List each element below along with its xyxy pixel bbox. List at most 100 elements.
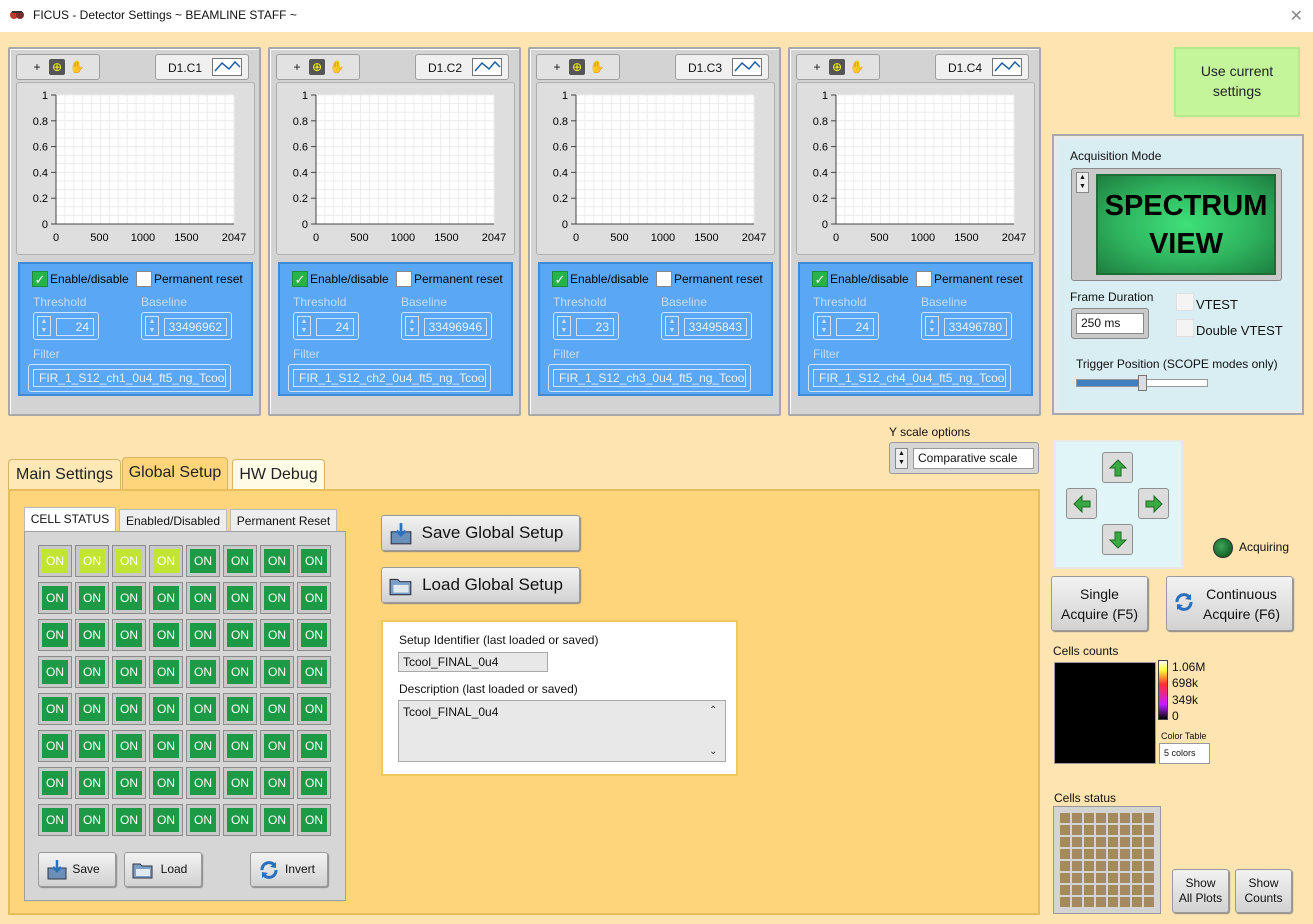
cell-toggle[interactable]: ON [224,731,256,761]
frame-duration-field[interactable]: 250 ms [1071,308,1149,339]
plot-area[interactable]: 0 0.2 0.4 0.6 0.8 1 0 500 1000 1500 2047 [796,82,1035,255]
cell-toggle[interactable]: ON [76,768,108,798]
cell-toggle[interactable]: ON [113,694,145,724]
tab-global-setup[interactable]: Global Setup [122,457,228,491]
cell-toggle[interactable]: ON [187,768,219,798]
zoom-icon[interactable]: ⊕ [569,59,585,75]
cell-toggle[interactable]: ON [150,805,182,835]
trace-style-icon[interactable] [992,58,1022,76]
cursor-icon[interactable]: + [809,59,825,75]
cell-toggle[interactable]: ON [224,768,256,798]
cell-toggle[interactable]: ON [224,805,256,835]
cell-toggle[interactable]: ON [261,620,293,650]
cells-load-button[interactable]: Load [124,852,202,887]
subtab-enabled-disabled[interactable]: Enabled/Disabled [119,509,227,533]
cell-toggle[interactable]: ON [39,583,71,613]
cell-toggle[interactable]: ON [76,805,108,835]
cell-toggle[interactable]: ON [224,546,256,576]
show-all-plots-button[interactable]: Show All Plots [1172,869,1229,913]
filter-value[interactable]: FIR_1_S12_ch2_0u4_ft5_ng_Tcool [293,369,486,387]
description-scrollbar[interactable]: ⌃ ⌄ [709,703,721,759]
cell-toggle[interactable]: ON [113,620,145,650]
cell-toggle[interactable]: ON [261,731,293,761]
permanent-reset-checkbox[interactable] [656,271,672,287]
cell-toggle[interactable]: ON [298,657,330,687]
cell-toggle[interactable]: ON [150,620,182,650]
cell-toggle[interactable]: ON [39,620,71,650]
plot-legend[interactable]: D1.C4 [935,54,1029,80]
arrow-up-button[interactable] [1102,452,1133,483]
cell-toggle[interactable]: ON [150,583,182,613]
frame-duration-value[interactable]: 250 ms [1076,313,1144,334]
pan-hand-icon[interactable]: ✋ [589,59,605,75]
cell-toggle[interactable]: ON [39,694,71,724]
cell-toggle[interactable]: ON [298,805,330,835]
zoom-icon[interactable]: ⊕ [829,59,845,75]
threshold-spinner[interactable]: ▲ ▼ [557,316,571,336]
trigger-slider-thumb[interactable] [1138,375,1147,391]
cell-toggle[interactable]: ON [261,768,293,798]
trace-style-icon[interactable] [472,58,502,76]
pan-hand-icon[interactable]: ✋ [329,59,345,75]
acq-mode-spinner[interactable]: ▲ ▼ [1076,172,1089,193]
enable-checkbox[interactable]: ✓ [552,271,568,287]
threshold-value[interactable]: 24 [316,318,354,336]
permanent-reset-checkbox[interactable] [916,271,932,287]
graph-palette[interactable]: + ⊕ ✋ [16,54,100,80]
cursor-icon[interactable]: + [289,59,305,75]
cell-toggle[interactable]: ON [39,657,71,687]
cell-toggle[interactable]: ON [224,657,256,687]
arrow-left-button[interactable] [1066,488,1097,519]
cell-toggle[interactable]: ON [39,546,71,576]
cell-toggle[interactable]: ON [187,546,219,576]
show-counts-button[interactable]: Show Counts [1235,869,1292,913]
threshold-value[interactable]: 24 [836,318,874,336]
baseline-field[interactable]: ▲ ▼ 33496780 [921,312,1012,340]
cell-toggle[interactable]: ON [113,805,145,835]
baseline-field[interactable]: ▲ ▼ 33496962 [141,312,232,340]
baseline-field[interactable]: ▲ ▼ 33496946 [401,312,492,340]
cell-toggle[interactable]: ON [298,731,330,761]
cursor-icon[interactable]: + [29,59,45,75]
enable-checkbox[interactable]: ✓ [812,271,828,287]
cell-toggle[interactable]: ON [113,583,145,613]
filter-field[interactable]: FIR_1_S12_ch3_0u4_ft5_ng_Tcool [548,364,751,392]
cell-toggle[interactable]: ON [76,731,108,761]
close-icon[interactable]: ✕ [1290,6,1303,26]
cell-toggle[interactable]: ON [261,546,293,576]
cell-toggle[interactable]: ON [150,546,182,576]
trace-style-icon[interactable] [732,58,762,76]
continuous-acquire-button[interactable]: Continuous Acquire (F6) [1166,576,1293,631]
threshold-field[interactable]: ▲ ▼ 23 [553,312,619,340]
threshold-spinner[interactable]: ▲ ▼ [297,316,311,336]
cell-toggle[interactable]: ON [76,694,108,724]
cell-toggle[interactable]: ON [113,657,145,687]
cell-toggle[interactable]: ON [187,583,219,613]
graph-palette[interactable]: + ⊕ ✋ [276,54,360,80]
zoom-icon[interactable]: ⊕ [309,59,325,75]
color-table-field[interactable]: 5 colors [1159,743,1210,764]
cells-invert-button[interactable]: Invert [250,852,328,887]
plot-legend[interactable]: D1.C3 [675,54,769,80]
baseline-field[interactable]: ▲ ▼ 33495843 [661,312,752,340]
plot-legend[interactable]: D1.C1 [155,54,249,80]
y-scale-selector[interactable]: ▲ ▼ Comparative scale [889,442,1039,474]
cell-toggle[interactable]: ON [224,620,256,650]
cell-toggle[interactable]: ON [187,657,219,687]
baseline-spinner[interactable]: ▲ ▼ [145,316,159,336]
cell-toggle[interactable]: ON [76,620,108,650]
cell-toggle[interactable]: ON [76,546,108,576]
cursor-icon[interactable]: + [549,59,565,75]
cells-save-button[interactable]: Save [38,852,116,887]
threshold-value[interactable]: 23 [576,318,614,336]
plot-legend[interactable]: D1.C2 [415,54,509,80]
save-global-setup-button[interactable]: Save Global Setup [381,515,580,551]
baseline-value[interactable]: 33495843 [684,318,747,336]
cell-toggle[interactable]: ON [187,731,219,761]
cell-toggle[interactable]: ON [224,694,256,724]
arrow-right-button[interactable] [1138,488,1169,519]
tab-main-settings[interactable]: Main Settings [8,459,121,491]
cell-toggle[interactable]: ON [298,546,330,576]
cell-toggle[interactable]: ON [39,805,71,835]
cell-toggle[interactable]: ON [298,768,330,798]
